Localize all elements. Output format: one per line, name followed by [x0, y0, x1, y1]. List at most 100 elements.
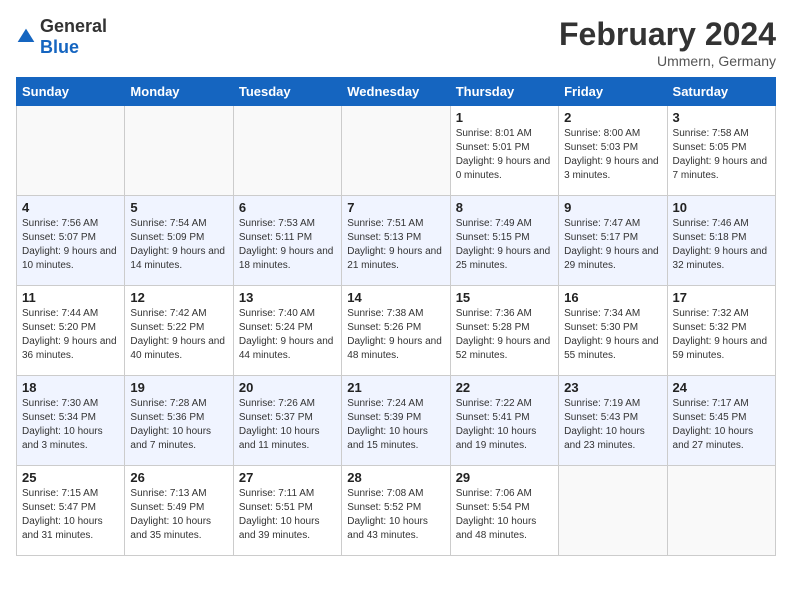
day-info: Sunrise: 7:22 AMSunset: 5:41 PMDaylight:…	[456, 397, 553, 453]
calendar-cell: 3 Sunrise: 7:58 AMSunset: 5:05 PMDaylight…	[667, 106, 775, 196]
calendar-cell: 7 Sunrise: 7:51 AMSunset: 5:13 PMDaylight…	[342, 196, 450, 286]
day-number: 9	[564, 200, 661, 215]
calendar-cell	[233, 106, 341, 196]
day-number: 10	[673, 200, 770, 215]
calendar-cell: 6 Sunrise: 7:53 AMSunset: 5:11 PMDaylight…	[233, 196, 341, 286]
day-number: 1	[456, 110, 553, 125]
day-info: Sunrise: 7:44 AMSunset: 5:20 PMDaylight:…	[22, 307, 119, 363]
header-tuesday: Tuesday	[233, 78, 341, 106]
calendar-cell: 12 Sunrise: 7:42 AMSunset: 5:22 PMDayligh…	[125, 286, 233, 376]
calendar-cell: 26 Sunrise: 7:13 AMSunset: 5:49 PMDayligh…	[125, 466, 233, 556]
day-info: Sunrise: 7:38 AMSunset: 5:26 PMDaylight:…	[347, 307, 444, 363]
location: Ummern, Germany	[559, 53, 776, 69]
calendar-cell	[667, 466, 775, 556]
day-number: 3	[673, 110, 770, 125]
day-number: 2	[564, 110, 661, 125]
day-info: Sunrise: 7:11 AMSunset: 5:51 PMDaylight:…	[239, 487, 336, 543]
title-block: February 2024 Ummern, Germany	[559, 16, 776, 69]
calendar-cell: 22Sunrise: 7:22 AMSunset: 5:41 PMDayligh…	[450, 376, 558, 466]
header-wednesday: Wednesday	[342, 78, 450, 106]
calendar-cell: 2 Sunrise: 8:00 AMSunset: 5:03 PMDaylight…	[559, 106, 667, 196]
header-thursday: Thursday	[450, 78, 558, 106]
day-info: Sunrise: 7:06 AMSunset: 5:54 PMDaylight:…	[456, 487, 553, 543]
day-number: 7	[347, 200, 444, 215]
calendar-cell: 14 Sunrise: 7:38 AMSunset: 5:26 PMDayligh…	[342, 286, 450, 376]
day-info: Sunrise: 7:58 AMSunset: 5:05 PMDaylight:…	[673, 127, 770, 183]
calendar-cell	[125, 106, 233, 196]
calendar-cell: 18 Sunrise: 7:30 AMSunset: 5:34 PMDayligh…	[17, 376, 125, 466]
day-number: 4	[22, 200, 119, 215]
day-number: 21	[347, 380, 444, 395]
day-number: 17	[673, 290, 770, 305]
calendar-cell: 20 Sunrise: 7:26 AMSunset: 5:37 PMDayligh…	[233, 376, 341, 466]
calendar-cell: 16 Sunrise: 7:34 AMSunset: 5:30 PMDayligh…	[559, 286, 667, 376]
day-info: Sunrise: 8:00 AMSunset: 5:03 PMDaylight:…	[564, 127, 661, 183]
day-number: 25	[22, 470, 119, 485]
day-number: 6	[239, 200, 336, 215]
day-info: Sunrise: 7:36 AMSunset: 5:28 PMDaylight:…	[456, 307, 553, 363]
calendar-cell: 23 Sunrise: 7:19 AMSunset: 5:43 PMDayligh…	[559, 376, 667, 466]
day-number: 27	[239, 470, 336, 485]
day-info: Sunrise: 7:42 AMSunset: 5:22 PMDaylight:…	[130, 307, 227, 363]
day-number: 13	[239, 290, 336, 305]
header-sunday: Sunday	[17, 78, 125, 106]
day-number: 28	[347, 470, 444, 485]
logo: General Blue	[16, 16, 107, 58]
logo-text-blue: Blue	[40, 37, 79, 57]
calendar-cell: 19 Sunrise: 7:28 AMSunset: 5:36 PMDayligh…	[125, 376, 233, 466]
day-info: Sunrise: 8:01 AMSunset: 5:01 PMDaylight:…	[456, 127, 553, 183]
calendar-header: Sunday Monday Tuesday Wednesday Thursday…	[17, 78, 776, 106]
day-number: 15	[456, 290, 553, 305]
day-info: Sunrise: 7:32 AMSunset: 5:32 PMDaylight:…	[673, 307, 770, 363]
day-info: Sunrise: 7:56 AMSunset: 5:07 PMDaylight:…	[22, 217, 119, 273]
day-number: 8	[456, 200, 553, 215]
calendar-cell	[342, 106, 450, 196]
calendar-cell: 4 Sunrise: 7:56 AMSunset: 5:07 PMDaylight…	[17, 196, 125, 286]
calendar-cell: 21Sunrise: 7:24 AMSunset: 5:39 PMDayligh…	[342, 376, 450, 466]
day-info: Sunrise: 7:26 AMSunset: 5:37 PMDaylight:…	[239, 397, 336, 453]
calendar-body: 1 Sunrise: 8:01 AMSunset: 5:01 PMDaylight…	[17, 106, 776, 556]
day-info: Sunrise: 7:17 AMSunset: 5:45 PMDaylight:…	[673, 397, 770, 453]
day-number: 14	[347, 290, 444, 305]
day-info: Sunrise: 7:49 AMSunset: 5:15 PMDaylight:…	[456, 217, 553, 273]
header-saturday: Saturday	[667, 78, 775, 106]
calendar-cell	[17, 106, 125, 196]
day-number: 12	[130, 290, 227, 305]
calendar-cell: 11 Sunrise: 7:44 AMSunset: 5:20 PMDayligh…	[17, 286, 125, 376]
month-title: February 2024	[559, 16, 776, 53]
day-info: Sunrise: 7:13 AMSunset: 5:49 PMDaylight:…	[130, 487, 227, 543]
day-number: 19	[130, 380, 227, 395]
calendar-cell: 15 Sunrise: 7:36 AMSunset: 5:28 PMDayligh…	[450, 286, 558, 376]
day-info: Sunrise: 7:53 AMSunset: 5:11 PMDaylight:…	[239, 217, 336, 273]
day-number: 18	[22, 380, 119, 395]
calendar-cell: 24 Sunrise: 7:17 AMSunset: 5:45 PMDayligh…	[667, 376, 775, 466]
day-info: Sunrise: 7:40 AMSunset: 5:24 PMDaylight:…	[239, 307, 336, 363]
calendar-cell: 8 Sunrise: 7:49 AMSunset: 5:15 PMDaylight…	[450, 196, 558, 286]
header-monday: Monday	[125, 78, 233, 106]
logo-text-general: General	[40, 16, 107, 36]
day-info: Sunrise: 7:34 AMSunset: 5:30 PMDaylight:…	[564, 307, 661, 363]
day-number: 29	[456, 470, 553, 485]
day-number: 24	[673, 380, 770, 395]
calendar-cell: 17 Sunrise: 7:32 AMSunset: 5:32 PMDayligh…	[667, 286, 775, 376]
calendar-table: Sunday Monday Tuesday Wednesday Thursday…	[16, 77, 776, 556]
day-info: Sunrise: 7:30 AMSunset: 5:34 PMDaylight:…	[22, 397, 119, 453]
day-info: Sunrise: 7:51 AMSunset: 5:13 PMDaylight:…	[347, 217, 444, 273]
day-number: 26	[130, 470, 227, 485]
calendar-cell: 5Sunrise: 7:54 AMSunset: 5:09 PMDaylight…	[125, 196, 233, 286]
calendar-cell: 10Sunrise: 7:46 AMSunset: 5:18 PMDayligh…	[667, 196, 775, 286]
day-number: 11	[22, 290, 119, 305]
day-number: 23	[564, 380, 661, 395]
day-info: Sunrise: 7:47 AMSunset: 5:17 PMDaylight:…	[564, 217, 661, 273]
calendar-cell: 1 Sunrise: 8:01 AMSunset: 5:01 PMDaylight…	[450, 106, 558, 196]
day-info: Sunrise: 7:19 AMSunset: 5:43 PMDaylight:…	[564, 397, 661, 453]
day-number: 16	[564, 290, 661, 305]
calendar-cell: 27 Sunrise: 7:11 AMSunset: 5:51 PMDayligh…	[233, 466, 341, 556]
day-info: Sunrise: 7:28 AMSunset: 5:36 PMDaylight:…	[130, 397, 227, 453]
calendar-cell: 25 Sunrise: 7:15 AMSunset: 5:47 PMDayligh…	[17, 466, 125, 556]
day-info: Sunrise: 7:15 AMSunset: 5:47 PMDaylight:…	[22, 487, 119, 543]
day-info: Sunrise: 7:08 AMSunset: 5:52 PMDaylight:…	[347, 487, 444, 543]
calendar-cell: 9 Sunrise: 7:47 AMSunset: 5:17 PMDaylight…	[559, 196, 667, 286]
day-number: 20	[239, 380, 336, 395]
calendar-cell: 28 Sunrise: 7:08 AMSunset: 5:52 PMDayligh…	[342, 466, 450, 556]
